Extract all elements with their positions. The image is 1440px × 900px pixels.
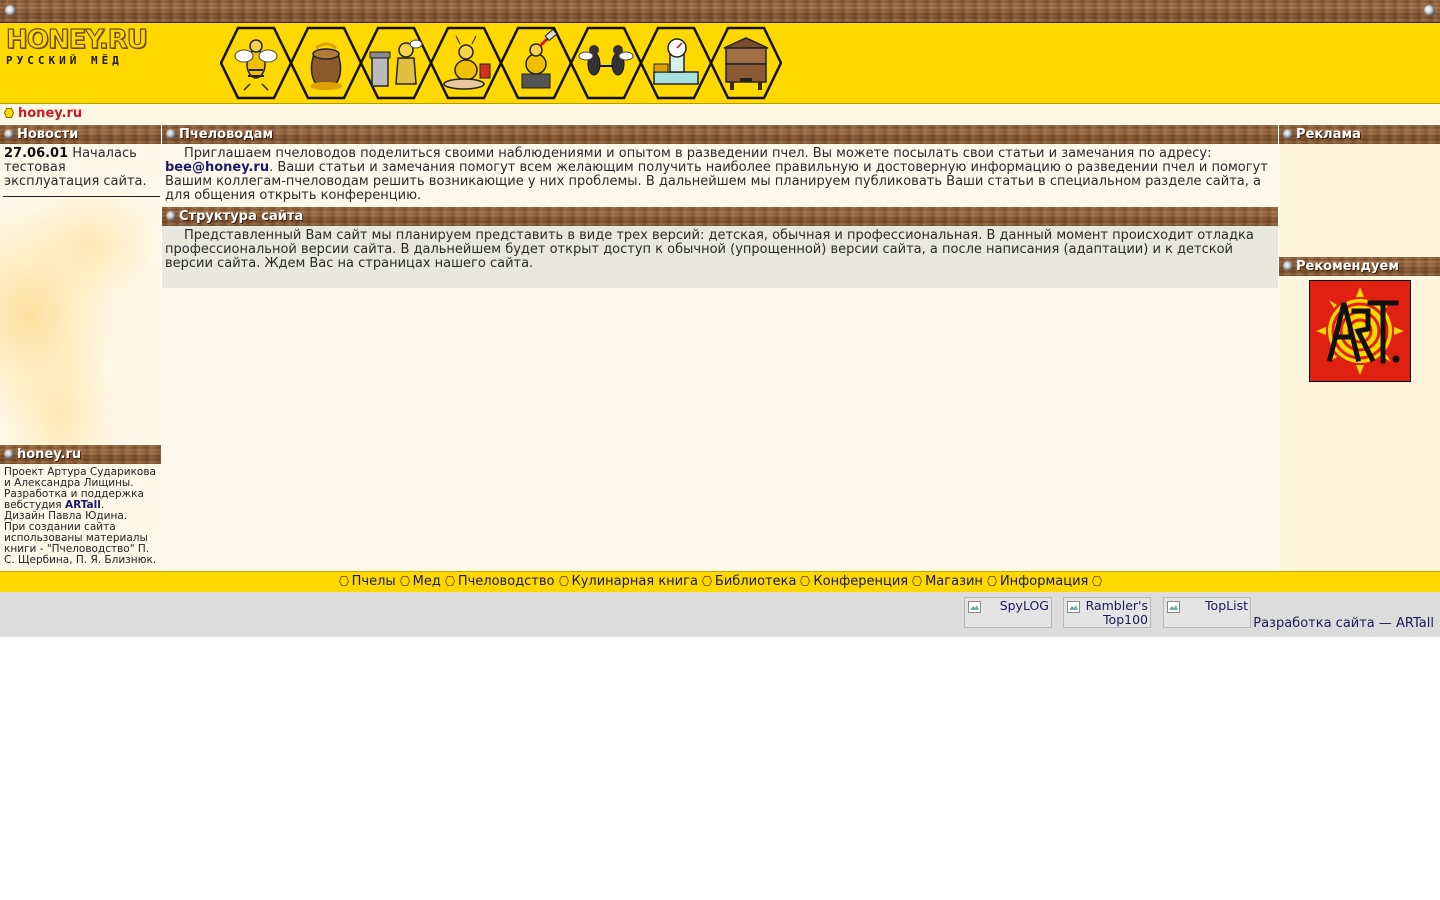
artall-logo[interactable] <box>1309 280 1411 382</box>
site-logo[interactable]: HONEY.RU РУССКИЙ МЁД <box>5 25 158 67</box>
beekeepers-title: Пчеловодам <box>179 127 274 142</box>
menu-item[interactable]: Пчелы <box>352 574 396 589</box>
bee-reader-icon[interactable] <box>500 26 572 100</box>
broken-image-icon <box>968 601 981 613</box>
site-structure-section: Структура сайта Представленный Вам сайт … <box>162 207 1278 288</box>
menu-item[interactable]: Информация <box>1000 574 1088 589</box>
top-wood-bar <box>0 0 1440 23</box>
honeycomb-bullet-icon <box>338 574 349 586</box>
honeycomb-bullet-icon <box>1092 574 1103 586</box>
site-header: HONEY.RU РУССКИЙ МЁД <box>0 23 1440 104</box>
honeycomb-bullet-icon <box>800 574 811 586</box>
beekeepers-text-intro: Приглашаем пчеловодов поделиться своими … <box>184 146 1212 161</box>
honey-drip-decoration <box>0 195 161 455</box>
left-bolt-icon <box>5 5 16 16</box>
honeycomb-bullet-icon <box>912 574 923 586</box>
toplist-counter[interactable]: TopList <box>1163 597 1251 628</box>
menu-item[interactable]: Библиотека <box>715 574 797 589</box>
breadcrumb: honey.ru <box>0 104 1440 124</box>
bolt-icon <box>166 129 176 139</box>
footer: SpyLOG Rambler's Top100 TopList Разработ… <box>0 592 1440 637</box>
broken-image-icon <box>1167 601 1180 613</box>
logo-text: HONEY.RU <box>5 25 148 55</box>
bolt-icon <box>4 449 14 459</box>
honeycomb-bullet-icon <box>986 574 997 586</box>
scale-shop-icon[interactable] <box>640 26 712 100</box>
beekeepers-text-rest: . Ваши статьи и замечания помогут всем ж… <box>165 160 1268 203</box>
beekeepers-text: Приглашаем пчеловодов поделиться своими … <box>162 144 1278 203</box>
bolt-icon <box>4 129 14 139</box>
site-structure-header: Структура сайта <box>162 207 1278 226</box>
honeycomb-bullet-icon <box>444 574 455 586</box>
ad-slot <box>1279 144 1440 257</box>
bolt-icon <box>166 211 176 221</box>
honeycomb-icon <box>4 108 14 118</box>
bee-icon[interactable] <box>220 26 292 100</box>
bolt-icon <box>1283 261 1293 271</box>
news-header: Новости <box>0 125 161 144</box>
spylog-counter[interactable]: SpyLOG <box>964 597 1052 628</box>
news-title: Новости <box>17 127 79 142</box>
credits-line-dev: Разработка и поддержка вебстудия ARTall. <box>4 489 157 511</box>
credits-text: Проект Артура Сударикова и Александра Ли… <box>0 464 161 566</box>
dev-credit-link[interactable]: Разработка сайта — ARTall <box>1253 616 1434 631</box>
email-link[interactable]: bee@honey.ru <box>165 160 269 175</box>
recommend-block: Рекомендуем <box>1279 257 1440 382</box>
right-bolt-icon <box>1424 5 1435 16</box>
bee-chef-icon[interactable] <box>430 26 502 100</box>
bolt-icon <box>1283 129 1293 139</box>
rambler-counter[interactable]: Rambler's Top100 <box>1063 597 1151 628</box>
honeycomb-bullet-icon <box>558 574 569 586</box>
logo-subtitle: РУССКИЙ МЁД <box>6 54 123 67</box>
menu-list: Пчелы Мед Пчеловодство Кулинарная книга Библ… <box>0 573 1440 591</box>
credits-line-sources: При создании сайта использованы материал… <box>4 521 157 566</box>
toplist-label: TopList <box>1205 598 1248 613</box>
menu-item[interactable]: Мед <box>413 574 441 589</box>
ad-title: Реклама <box>1296 127 1361 142</box>
menu-item[interactable]: Пчеловодство <box>458 574 555 589</box>
spylog-label: SpyLOG <box>999 598 1049 613</box>
news-date: 27.06.01 <box>4 146 69 161</box>
credits-block: honey.ru Проект Артура Сударикова и Алек… <box>0 445 161 566</box>
credits-line-authors: Проект Артура Сударикова и Александра Ли… <box>4 466 156 489</box>
honeycomb-bullet-icon <box>399 574 410 586</box>
rambler-label: Rambler's Top100 <box>1085 598 1148 627</box>
site-structure-title: Структура сайта <box>179 209 304 224</box>
site-structure-text: Представленный Вам сайт мы планируем пре… <box>165 228 1254 271</box>
credits-title: honey.ru <box>17 447 82 462</box>
right-sidebar: Реклама Рекомендуем <box>1279 125 1440 571</box>
credits-header: honey.ru <box>0 445 161 464</box>
beekeeper-icon[interactable] <box>360 26 432 100</box>
main-content: Пчеловодам Приглашаем пчеловодов поделит… <box>162 125 1278 571</box>
ad-header: Реклама <box>1279 125 1440 144</box>
menu-item[interactable]: Кулинарная книга <box>572 574 698 589</box>
menu-item[interactable]: Магазин <box>925 574 983 589</box>
beekeepers-header: Пчеловодам <box>162 125 1278 144</box>
breadcrumb-home-link[interactable]: honey.ru <box>18 106 82 121</box>
bottom-menu: Пчелы Мед Пчеловодство Кулинарная книга Библ… <box>0 571 1440 592</box>
beehive-icon[interactable] <box>710 26 782 100</box>
news-divider <box>3 196 160 197</box>
left-sidebar: Новости 27.06.01 Началась тестовая экспл… <box>0 125 161 571</box>
honeycomb-bullet-icon <box>701 574 712 586</box>
recommend-header: Рекомендуем <box>1279 257 1440 276</box>
recommend-title: Рекомендуем <box>1296 259 1399 274</box>
news-item: 27.06.01 Началась тестовая эксплуатация … <box>4 147 157 189</box>
menu-item[interactable]: Конференция <box>813 574 908 589</box>
bees-conference-icon[interactable] <box>570 26 642 100</box>
honey-pot-icon[interactable] <box>290 26 362 100</box>
